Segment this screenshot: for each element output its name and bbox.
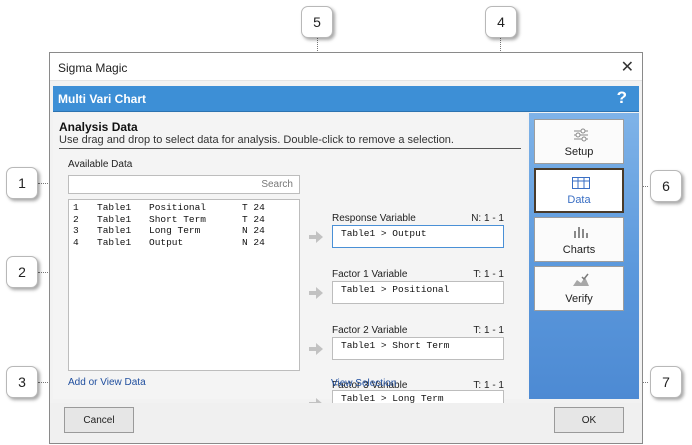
- response-variable-box[interactable]: Table1 > Output: [332, 225, 504, 248]
- nav-verify-label: Verify: [565, 293, 593, 305]
- bar-chart-icon: [574, 227, 588, 238]
- response-variable-label: Response Variable: [332, 213, 416, 224]
- move-right-arrow-icon[interactable]: [309, 231, 323, 243]
- callout-6: 6: [650, 170, 682, 202]
- move-right-arrow-icon[interactable]: [309, 287, 323, 299]
- sliders-icon: [574, 128, 588, 142]
- verify-check-icon: [573, 273, 589, 286]
- view-selection-link[interactable]: View Selection: [331, 378, 396, 389]
- nav-charts-label: Charts: [562, 244, 596, 256]
- nav-data-button[interactable]: Data: [534, 168, 624, 213]
- nav-data-label: Data: [567, 194, 591, 206]
- help-icon[interactable]: ?: [617, 88, 627, 108]
- nav-sidebar: Setup Data Charts Verify: [529, 113, 639, 399]
- divider: [59, 148, 521, 149]
- banner-title: Multi Vari Chart: [58, 92, 147, 106]
- factor-1-label: Factor 1 Variable: [332, 269, 408, 280]
- nav-charts-button[interactable]: Charts: [534, 217, 624, 262]
- factor-2-variable-box[interactable]: Table1 > Short Term: [332, 337, 504, 360]
- callout-5: 5: [301, 6, 333, 38]
- list-item[interactable]: 1 Table1 Positional T 24: [73, 202, 295, 214]
- screenshot-stage: Sigma Magic ✕ Multi Vari Chart ? Analysi…: [0, 0, 692, 445]
- nav-setup-button[interactable]: Setup: [534, 119, 624, 164]
- add-or-view-data-link[interactable]: Add or View Data: [68, 377, 146, 388]
- available-data-list[interactable]: 1 Table1 Positional T 24 2 Table1 Short Term T…: [68, 199, 300, 371]
- ok-button[interactable]: OK: [554, 407, 624, 433]
- response-variable-count: N: 1 - 1: [471, 213, 504, 224]
- cancel-button[interactable]: Cancel: [64, 407, 134, 433]
- table-grid-icon: [572, 177, 590, 189]
- section-instructions: Use drag and drop to select data for ana…: [59, 134, 454, 146]
- callout-7: 7: [650, 366, 682, 398]
- nav-setup-label: Setup: [564, 146, 594, 158]
- search-placeholder: Search: [261, 179, 293, 190]
- section-heading: Analysis Data: [59, 120, 138, 134]
- nav-verify-button[interactable]: Verify: [534, 266, 624, 311]
- callout-3: 3: [6, 366, 38, 398]
- title-bar: Sigma Magic ✕: [50, 53, 642, 81]
- window-title: Sigma Magic: [58, 61, 128, 75]
- callout-2: 2: [6, 256, 38, 288]
- list-item[interactable]: 4 Table1 Output N 24: [73, 237, 295, 249]
- factor-2-label: Factor 2 Variable: [332, 325, 408, 336]
- list-item[interactable]: 2 Table1 Short Term T 24: [73, 214, 295, 226]
- close-icon[interactable]: ✕: [621, 57, 634, 77]
- dialog-banner: Multi Vari Chart ?: [53, 86, 639, 112]
- factor-1-variable-box[interactable]: Table1 > Positional: [332, 281, 504, 304]
- analysis-data-panel: Analysis Data Use drag and drop to selec…: [53, 113, 527, 410]
- factor-2-count: T: 1 - 1: [473, 325, 504, 336]
- dialog-footer: Cancel OK: [50, 403, 642, 443]
- callout-4: 4: [485, 6, 517, 38]
- list-item[interactable]: 3 Table1 Long Term N 24: [73, 225, 295, 237]
- factor-2-header: Factor 2 Variable T: 1 - 1: [332, 325, 504, 336]
- factor-1-count: T: 1 - 1: [473, 269, 504, 280]
- available-data-label: Available Data: [68, 159, 133, 170]
- move-right-arrow-icon[interactable]: [309, 343, 323, 355]
- search-input[interactable]: Search: [68, 175, 300, 194]
- dialog-window: Sigma Magic ✕ Multi Vari Chart ? Analysi…: [49, 52, 643, 444]
- callout-1: 1: [6, 167, 38, 199]
- factor-1-header: Factor 1 Variable T: 1 - 1: [332, 269, 504, 280]
- response-variable-header: Response Variable N: 1 - 1: [332, 213, 504, 224]
